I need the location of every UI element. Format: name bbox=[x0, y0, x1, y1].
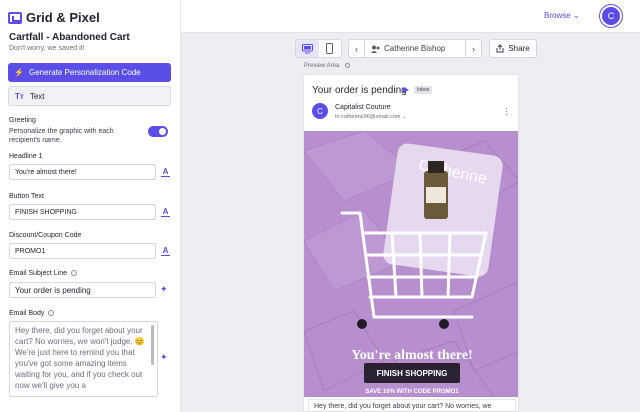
share-button[interactable]: Share bbox=[489, 39, 537, 58]
desktop-icon bbox=[301, 43, 313, 53]
body-label: Email Body bbox=[9, 310, 45, 317]
mobile-icon bbox=[326, 43, 334, 54]
device-toggle bbox=[295, 39, 342, 58]
greeting-description: Personalize the graphic with each recipi… bbox=[9, 128, 114, 144]
brand-logo[interactable]: Grid & Pixel bbox=[8, 10, 100, 25]
text-tab-label: Text bbox=[29, 91, 45, 101]
recipient-selector[interactable]: Catherine Bishop bbox=[365, 44, 465, 53]
brand-name: Grid & Pixel bbox=[26, 10, 100, 25]
info-icon[interactable] bbox=[48, 310, 55, 317]
subject-label-row: Email Subject Line bbox=[9, 270, 77, 277]
greeting-label: Greeting bbox=[9, 117, 36, 124]
text-section-tab[interactable]: Tт Text bbox=[8, 86, 171, 106]
recipient-name: Catherine Bishop bbox=[384, 44, 446, 53]
info-icon[interactable] bbox=[345, 63, 351, 68]
generate-personalization-code-button[interactable]: ⚡ Generate Personalization Code bbox=[8, 63, 171, 82]
campaign-subtitle: Don't worry, we saved it! bbox=[9, 45, 85, 52]
mobile-view-button[interactable] bbox=[319, 40, 342, 57]
campaign-title: Cartfall - Abandoned Cart bbox=[9, 32, 130, 43]
wand-icon[interactable]: ✦ bbox=[160, 352, 168, 363]
button-text-label: Button Text bbox=[9, 193, 44, 200]
logo-icon bbox=[8, 11, 22, 24]
text-icon: Tт bbox=[15, 91, 24, 101]
user-avatar[interactable]: C bbox=[602, 7, 620, 25]
desktop-view-button[interactable] bbox=[296, 40, 319, 57]
browse-menu[interactable]: Browse ⌄ bbox=[544, 11, 580, 20]
wand-icon: ⚡ bbox=[14, 68, 24, 77]
textarea-scrollbar[interactable] bbox=[151, 325, 154, 365]
sender-recipient-line: to catherine96@email.com ⌄ bbox=[335, 114, 407, 120]
hero-button-label: FINISH SHOPPING bbox=[377, 369, 448, 378]
important-marker-icon bbox=[403, 87, 409, 93]
top-bar: Browse ⌄ C bbox=[181, 0, 640, 33]
generate-label: Generate Personalization Code bbox=[28, 68, 141, 77]
preview-area-label: Preview Area bbox=[304, 63, 351, 70]
chevron-down-icon: ⌄ bbox=[402, 114, 407, 120]
preview-area-text: Preview Area bbox=[304, 63, 340, 70]
hero-headline: You're almost there! bbox=[351, 348, 473, 363]
share-icon bbox=[496, 44, 504, 53]
hero-promo-text: SAVE 10% WITH CODE PROMO1 bbox=[365, 389, 459, 395]
email-subject: Your order is pending bbox=[312, 85, 407, 96]
subject-input[interactable]: Your order is pending bbox=[9, 282, 156, 298]
coupon-label: Discount/Coupon Code bbox=[9, 232, 82, 239]
info-icon[interactable] bbox=[70, 270, 77, 277]
headline1-label: Headline 1 bbox=[9, 153, 43, 160]
editor-sidebar: Grid & Pixel Cartfall - Abandoned Cart D… bbox=[0, 0, 181, 412]
email-preview: Your order is pending Inbox C Capitalist… bbox=[303, 74, 519, 412]
share-label: Share bbox=[508, 44, 530, 53]
email-body-snippet: Hey there, did you forget about your car… bbox=[308, 399, 516, 411]
button-text-input[interactable]: FINISH SHOPPING bbox=[9, 204, 156, 220]
email-body-textarea[interactable]: Hey there, did you forget about your car… bbox=[9, 321, 158, 397]
text-style-icon[interactable]: A bbox=[161, 207, 170, 217]
coupon-input[interactable]: PROMO1 bbox=[9, 243, 156, 259]
browse-label: Browse bbox=[544, 11, 571, 20]
kebab-icon[interactable]: · · · bbox=[505, 105, 508, 119]
user-icon bbox=[371, 45, 380, 53]
wand-icon[interactable]: ✦ bbox=[160, 284, 168, 295]
greeting-toggle[interactable] bbox=[148, 126, 168, 137]
email-body-text: Hey there, did you forget about your car… bbox=[15, 326, 145, 390]
headline1-input[interactable]: You're almost there! bbox=[9, 164, 156, 180]
chevron-left-icon[interactable]: ‹ bbox=[349, 40, 365, 57]
sender-name: Capitalist Couture bbox=[335, 104, 391, 111]
chevron-right-icon[interactable]: › bbox=[465, 40, 481, 57]
recipient-navigator: ‹ Catherine Bishop › bbox=[348, 39, 482, 58]
hero-graphic: Catherine You're almost there! FINISH SH… bbox=[304, 131, 518, 397]
body-label-row: Email Body bbox=[9, 310, 55, 317]
text-style-icon[interactable]: A bbox=[161, 246, 170, 256]
text-style-icon[interactable]: A bbox=[161, 167, 170, 177]
chevron-down-icon: ⌄ bbox=[572, 11, 580, 20]
sender-to-text: to catherine96@email.com bbox=[335, 114, 401, 120]
inbox-badge: Inbox bbox=[414, 86, 433, 94]
subject-label: Email Subject Line bbox=[9, 270, 67, 277]
sender-avatar: C bbox=[312, 103, 328, 119]
